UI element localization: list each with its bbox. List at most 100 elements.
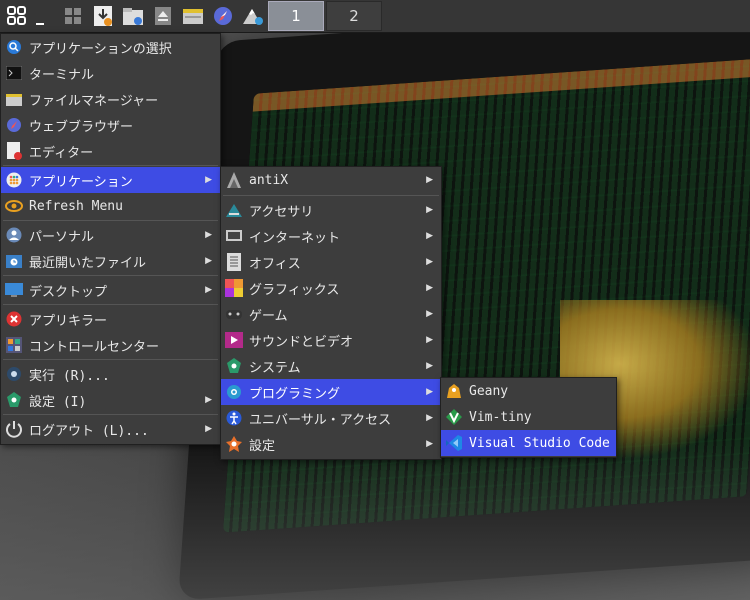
menu-item-universal-access[interactable]: ユニバーサル・アクセス ▶ (221, 405, 441, 431)
games-icon (225, 305, 243, 323)
file-manager-icon[interactable] (120, 3, 146, 29)
submenu-arrow-icon: ▶ (426, 439, 433, 449)
menu-item-accessories[interactable]: アクセサリ ▶ (221, 197, 441, 223)
menu-item-label: デスクトップ (29, 284, 108, 300)
menu-item-label: システム (249, 360, 301, 376)
file-manager-icon (5, 90, 23, 108)
accessories-icon (225, 201, 243, 219)
submenu-arrow-icon: ▶ (205, 230, 212, 240)
main-menu: アプリケーションの選択 ターミナル ファイルマネージャー ウェブブラウザー エデ… (0, 33, 221, 445)
editor-icon (5, 142, 23, 160)
menu-item-app-finder[interactable]: アプリケーションの選択 (1, 34, 220, 60)
submenu-arrow-icon: ▶ (426, 205, 433, 215)
start-menu-icon[interactable] (4, 3, 30, 29)
submenu-arrow-icon: ▶ (205, 256, 212, 266)
refresh-icon (5, 197, 23, 215)
menu-item-label: ユニバーサル・アクセス (249, 412, 392, 428)
menu-item-office[interactable]: オフィス ▶ (221, 249, 441, 275)
power-icon (5, 420, 23, 438)
menu-item-sound-video[interactable]: サウンドとビデオ ▶ (221, 327, 441, 353)
mountain-icon[interactable] (240, 3, 266, 29)
menu-item-label: プログラミング (249, 386, 341, 402)
browser-icon[interactable] (210, 3, 236, 29)
menu-item-label: アプリケーションの選択 (29, 41, 172, 57)
sound-video-icon (225, 331, 243, 349)
menu-item-programming[interactable]: プログラミング ▶ (221, 379, 441, 405)
menu-item-desktop[interactable]: デスクトップ ▶ (1, 277, 220, 303)
menu-item-editor[interactable]: エディター (1, 138, 220, 164)
show-desktop-icon[interactable] (34, 3, 46, 29)
menu-item-label: アプリケーション (29, 174, 133, 190)
vscode-icon (445, 434, 463, 452)
menu-item-geany[interactable]: Geany (441, 378, 616, 404)
menu-item-logout[interactable]: ログアウト (L)... ▶ (1, 416, 220, 442)
menu-separator (3, 275, 218, 276)
menu-item-settings[interactable]: 設定 (I) ▶ (1, 387, 220, 413)
programming-icon (225, 383, 243, 401)
submenu-arrow-icon: ▶ (426, 283, 433, 293)
menu-separator (3, 165, 218, 166)
menu-item-vim-tiny[interactable]: Vim-tiny (441, 404, 616, 430)
menu-item-applications[interactable]: アプリケーション ▶ (1, 167, 220, 193)
menu-item-personal[interactable]: パーソナル ▶ (1, 222, 220, 248)
eject-icon[interactable] (150, 3, 176, 29)
menu-item-games[interactable]: ゲーム ▶ (221, 301, 441, 327)
run-icon (5, 365, 23, 383)
submenu-arrow-icon: ▶ (426, 387, 433, 397)
workspace-1-button[interactable]: 1 (268, 1, 324, 31)
desktop-icon (5, 281, 23, 299)
submenu-arrow-icon: ▶ (426, 335, 433, 345)
applications-icon (5, 171, 23, 189)
taskbar: 1 2 (0, 0, 750, 33)
menu-item-recent-files[interactable]: 最近開いたファイル ▶ (1, 248, 220, 274)
menu-item-label: コントロールセンター (29, 339, 160, 355)
personal-icon (5, 226, 23, 244)
windows-icon[interactable] (60, 3, 86, 29)
settings-icon (225, 435, 243, 453)
menu-item-label: 最近開いたファイル (29, 255, 147, 271)
geany-icon (445, 382, 463, 400)
menu-item-visual-studio-code[interactable]: Visual Studio Code (441, 430, 616, 456)
menu-item-terminal[interactable]: ターミナル (1, 60, 220, 86)
menu-item-file-manager[interactable]: ファイルマネージャー (1, 86, 220, 112)
menu-item-label: Refresh Menu (29, 198, 123, 214)
vim-icon (445, 408, 463, 426)
menu-item-control-center[interactable]: コントロールセンター (1, 332, 220, 358)
menu-item-label: ログアウト (L)... (29, 423, 149, 439)
menu-item-label: パーソナル (29, 229, 95, 245)
menu-separator (3, 359, 218, 360)
folder-icon[interactable] (180, 3, 206, 29)
menu-item-label: ファイルマネージャー (29, 93, 159, 109)
menu-item-label: 設定 (I) (29, 394, 87, 410)
menu-item-settings-sub[interactable]: 設定 ▶ (221, 431, 441, 457)
menu-item-antix[interactable]: antiX ▶ (221, 167, 441, 193)
settings-icon (5, 391, 23, 409)
submenu-arrow-icon: ▶ (426, 257, 433, 267)
menu-item-label: Geany (469, 383, 509, 399)
menu-item-label: エディター (29, 145, 94, 161)
menu-item-graphics[interactable]: グラフィックス ▶ (221, 275, 441, 301)
menu-item-label: antiX (249, 172, 289, 188)
downloads-icon[interactable] (90, 3, 116, 29)
menu-item-internet[interactable]: インターネット ▶ (221, 223, 441, 249)
menu-item-label: Visual Studio Code (469, 435, 610, 451)
workspace-2-button[interactable]: 2 (326, 1, 382, 31)
menu-item-refresh-menu[interactable]: Refresh Menu (1, 193, 220, 219)
accessibility-icon (225, 409, 243, 427)
submenu-arrow-icon: ▶ (426, 231, 433, 241)
submenu-arrow-icon: ▶ (205, 175, 212, 185)
graphics-icon (225, 279, 243, 297)
menu-item-label: ゲーム (249, 308, 288, 324)
office-icon (225, 253, 243, 271)
menu-item-web-browser[interactable]: ウェブブラウザー (1, 112, 220, 138)
submenu-arrow-icon: ▶ (426, 361, 433, 371)
menu-item-label: ウェブブラウザー (29, 119, 134, 135)
menu-item-run[interactable]: 実行 (R)... (1, 361, 220, 387)
menu-item-app-killer[interactable]: アプリキラー (1, 306, 220, 332)
menu-item-label: アクセサリ (249, 204, 314, 220)
applications-submenu: antiX ▶ アクセサリ ▶ インターネット ▶ オフィス ▶ グラフィックス… (220, 166, 442, 460)
menu-separator (3, 304, 218, 305)
menu-separator (223, 195, 439, 196)
programming-submenu: Geany Vim-tiny Visual Studio Code (440, 377, 617, 458)
menu-item-system[interactable]: システム ▶ (221, 353, 441, 379)
